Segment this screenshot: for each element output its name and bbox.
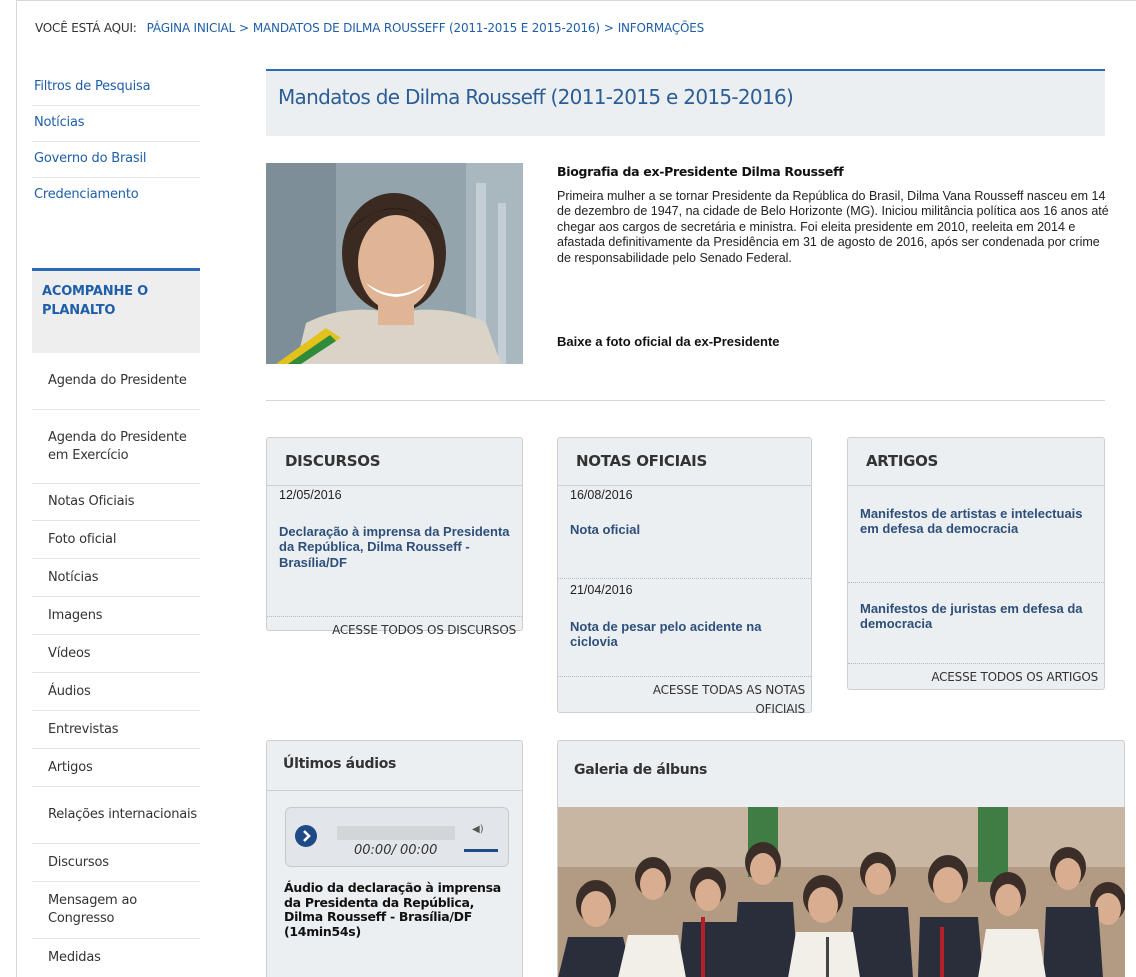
nota-date-1: 16/08/2016	[570, 488, 633, 502]
nota-date-2: 21/04/2016	[570, 583, 633, 597]
artigo-title-link-1[interactable]: Manifestos de artistas e intelectuais em…	[848, 486, 1104, 582]
card-audios-header: Últimos áudios	[267, 741, 522, 791]
card-notas-header: NOTAS OFICIAIS	[558, 438, 811, 486]
breadcrumb-current[interactable]: INFORMAÇÕES	[618, 21, 705, 35]
discurso-title-link[interactable]: Declaração à imprensa da Presidenta da R…	[267, 504, 522, 616]
submenu-item-agenda[interactable]: Agenda do Presidente	[32, 353, 200, 410]
discursos-more-link[interactable]: ACESSE TODOS OS DISCURSOS	[267, 617, 522, 644]
nav-link-governo[interactable]: Governo do Brasil	[32, 142, 200, 178]
card-discursos: DISCURSOS 12/05/2016 Declaração à impren…	[266, 437, 523, 637]
submenu-item-medidas[interactable]: Medidas	[32, 939, 200, 977]
portrait-photo[interactable]	[266, 163, 523, 364]
breadcrumb-label: VOCÊ ESTÁ AQUI:	[35, 21, 137, 35]
card-gallery-header: Galeria de álbuns	[574, 762, 708, 778]
nota-title-link-1[interactable]: Nota oficial	[558, 504, 811, 578]
submenu-item-entrevistas[interactable]: Entrevistas	[32, 711, 200, 749]
section-acompanhe-title: ACOMPANHE O PLANALTO	[42, 284, 149, 318]
audio-title-link[interactable]: Áudio da declaração à imprensa da Presid…	[284, 880, 504, 939]
breadcrumb: VOCÊ ESTÁ AQUI: PÁGINA INICIAL > MANDATOS D…	[35, 21, 704, 35]
card-artigos: ARTIGOS Manifestos de artistas e intelec…	[847, 437, 1105, 690]
section-acompanhe: ACOMPANHE O PLANALTO	[32, 268, 200, 353]
card-gallery: Galeria de álbuns	[557, 740, 1125, 977]
breadcrumb-separator: >	[603, 21, 614, 35]
audio-player: ◀) 00:00/ 00:00	[285, 807, 509, 867]
submenu-item-audios[interactable]: Áudios	[32, 673, 200, 711]
submenu-item-noticias[interactable]: Notícias	[32, 559, 200, 597]
audio-progress-track[interactable]	[337, 826, 455, 840]
submenu-item-agenda-exercicio[interactable]: Agenda do Presidente em Exercício	[32, 410, 200, 484]
submenu-item-relacoes[interactable]: Relações internacionais	[32, 787, 200, 844]
nav-link-filtros[interactable]: Filtros de Pesquisa	[32, 70, 200, 106]
page-title-bar: Mandatos de Dilma Rousseff (2011-2015 e …	[266, 69, 1105, 136]
artigo-title-link-2[interactable]: Manifestos de juristas em defesa da demo…	[848, 583, 1104, 663]
submenu-item-mensagem[interactable]: Mensagem ao Congresso	[32, 882, 200, 939]
download-photo-link[interactable]: Baixe a foto oficial da ex-Presidente	[557, 334, 780, 349]
nav-link-credenciamento[interactable]: Credenciamento	[32, 178, 200, 214]
submenu-item-discursos[interactable]: Discursos	[32, 844, 200, 882]
volume-icon[interactable]: ◀)	[472, 824, 484, 835]
submenu-item-foto[interactable]: Foto oficial	[32, 521, 200, 559]
discurso-date: 12/05/2016	[279, 488, 342, 502]
bio-section: Biografia da ex-Presidente Dilma Roussef…	[557, 164, 1112, 349]
play-icon[interactable]	[295, 825, 317, 847]
submenu: Agenda do Presidente Agenda do President…	[32, 353, 200, 977]
submenu-item-artigos[interactable]: Artigos	[32, 749, 200, 787]
breadcrumb-mandatos-link[interactable]: MANDATOS DE DILMA ROUSSEFF (2011-2015 E …	[253, 21, 600, 35]
breadcrumb-separator: >	[239, 21, 249, 35]
bio-text: Primeira mulher a se tornar Presidente d…	[557, 189, 1109, 265]
volume-slider[interactable]	[464, 849, 498, 852]
submenu-item-notas[interactable]: Notas Oficiais	[32, 484, 200, 521]
gallery-photo[interactable]	[558, 807, 1125, 977]
card-artigos-header: ARTIGOS	[848, 438, 1104, 486]
nota-title-link-2[interactable]: Nota de pesar pelo acidente na ciclovia	[558, 603, 811, 676]
artigos-more-link[interactable]: ACESSE TODOS OS ARTIGOS	[848, 664, 1104, 691]
notas-more-link[interactable]: ACESSE TODAS AS NOTAS OFICIAIS	[558, 677, 811, 723]
card-notas: NOTAS OFICIAIS 16/08/2016 Nota oficial 2…	[557, 437, 812, 716]
page-title: Mandatos de Dilma Rousseff (2011-2015 e …	[278, 85, 794, 109]
submenu-item-videos[interactable]: Vídeos	[32, 635, 200, 673]
card-discursos-header: DISCURSOS	[267, 438, 522, 486]
audio-time: 00:00/ 00:00	[354, 843, 438, 858]
left-nav: Filtros de Pesquisa Notícias Governo do …	[32, 70, 200, 214]
nav-link-noticias[interactable]: Notícias	[32, 106, 200, 142]
submenu-item-imagens[interactable]: Imagens	[32, 597, 200, 635]
card-audios: Últimos áudios ◀) 00:00/ 00:00 Áudio da …	[266, 740, 523, 977]
divider	[266, 400, 1105, 401]
bio-heading: Biografia da ex-Presidente Dilma Roussef…	[557, 164, 844, 179]
breadcrumb-home-link[interactable]: PÁGINA INICIAL	[147, 21, 236, 35]
